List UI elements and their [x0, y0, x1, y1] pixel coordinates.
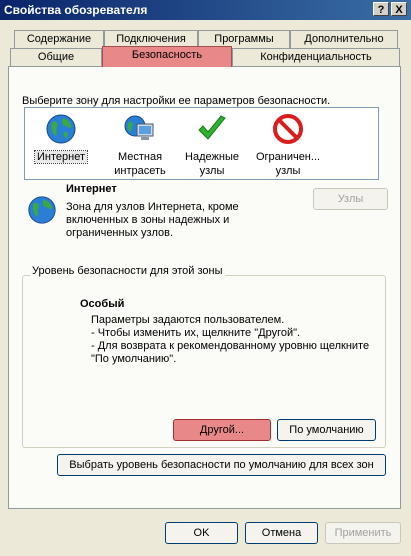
- level-line2: - Чтобы изменить их, щелкните "Другой".: [91, 327, 301, 339]
- zone-title: Интернет: [66, 183, 117, 195]
- tab-privacy[interactable]: Конфиденциальность: [232, 48, 400, 66]
- zone-label-trusted-2: узлы: [199, 165, 225, 177]
- zone-label-restricted-1: Ограничен...: [255, 151, 321, 163]
- level-line1: Параметры задаются пользователем.: [91, 314, 285, 326]
- level-title: Особый: [80, 298, 125, 310]
- globe-icon: [46, 114, 76, 144]
- zone-desc-line2: включенных в зоны надежных и: [66, 214, 230, 226]
- zone-label-trusted-1: Надежные: [185, 151, 239, 163]
- tab-advanced[interactable]: Дополнительно: [290, 30, 398, 48]
- zone-list[interactable]: Интернет Местная интрасеть Надежные узлы…: [24, 107, 379, 180]
- zone-internet[interactable]: Интернет: [19, 112, 103, 164]
- level-line3: - Для возврата к рекомендованному уровню…: [91, 340, 370, 352]
- default-level-button[interactable]: По умолчанию: [277, 419, 376, 441]
- restricted-icon: [273, 114, 303, 144]
- custom-level-button[interactable]: Другой...: [173, 419, 271, 441]
- level-line4: "По умолчанию".: [91, 353, 177, 365]
- help-button[interactable]: ?: [373, 2, 389, 16]
- zone-label-restricted-2: узлы: [275, 165, 301, 177]
- sites-button[interactable]: Узлы: [313, 188, 388, 210]
- tab-security[interactable]: Безопасность: [102, 46, 232, 67]
- window-title: Свойства обозревателя: [4, 3, 148, 17]
- ok-button[interactable]: OK: [165, 522, 238, 544]
- reset-all-zones-button[interactable]: Выбрать уровень безопасности по умолчани…: [57, 454, 386, 476]
- title-bar[interactable]: Свойства обозревателя ? X: [0, 0, 411, 20]
- close-button[interactable]: X: [391, 2, 407, 16]
- zone-restricted[interactable]: Ограничен... узлы: [246, 112, 330, 177]
- zone-label-internet: Интернет: [34, 150, 88, 164]
- zones-prompt: Выберите зону для настройки ее параметро…: [22, 95, 331, 107]
- checkmark-icon: [198, 115, 226, 140]
- tab-general[interactable]: Общие: [10, 48, 102, 66]
- zone-desc-line3: ограниченных узлов.: [66, 227, 174, 239]
- apply-button[interactable]: Применить: [325, 522, 401, 544]
- tab-content[interactable]: Содержание: [14, 30, 104, 48]
- cancel-button[interactable]: Отмена: [245, 522, 318, 544]
- zone-trusted[interactable]: Надежные узлы: [170, 112, 254, 177]
- intranet-icon: [124, 115, 154, 140]
- zone-globe-icon: [28, 196, 56, 224]
- zone-desc-line1: Зона для узлов Интернета, кроме: [66, 201, 239, 213]
- security-level-label: Уровень безопасности для этой зоны: [30, 265, 225, 277]
